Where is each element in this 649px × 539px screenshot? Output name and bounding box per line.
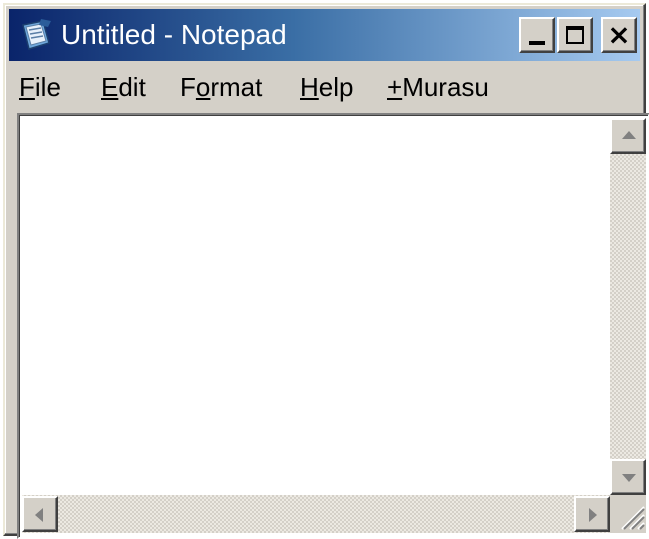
vertical-scrollbar[interactable] [610,118,646,495]
size-grip-icon [621,506,645,530]
maximize-icon [566,26,584,44]
minimize-button[interactable] [519,17,555,53]
notepad-window: Untitled - Notepad × File Edit Format He… [3,3,649,539]
menu-help[interactable]: Help [300,71,353,103]
maximize-button[interactable] [557,17,593,53]
minimize-icon [529,41,545,45]
arrow-up-icon [622,131,636,139]
notepad-icon[interactable] [19,17,55,53]
menu-edit-accesskey: E [101,72,119,102]
horizontal-scrollbar[interactable] [22,495,610,533]
arrow-down-icon [622,474,636,482]
size-grip[interactable] [610,495,646,533]
menu-bar: File Edit Format Help +Murasu [9,65,640,109]
menu-file-label: ile [34,72,61,102]
menu-help-accesskey: H [300,72,319,102]
edit-area-frame [17,113,649,539]
text-editor[interactable] [22,118,607,495]
menu-edit[interactable]: Edit [101,71,146,103]
scroll-right-button[interactable] [574,496,610,532]
menu-edit-label: dit [118,72,146,102]
arrow-left-icon [35,508,43,522]
menu-murasu-accesskey: + [387,72,403,102]
menu-format-accesskey: o [195,72,211,102]
window-title: Untitled - Notepad [61,19,287,50]
arrow-right-icon [589,508,597,522]
menu-murasu-label: Murasu [402,72,489,102]
title-bar[interactable]: Untitled - Notepad × [9,9,640,61]
close-icon: × [607,18,631,51]
scroll-down-button[interactable] [610,459,646,495]
menu-format-label: rmat [210,72,263,102]
scroll-up-button[interactable] [610,118,646,154]
close-button[interactable]: × [601,17,637,53]
menu-file-accesskey: F [19,72,35,102]
menu-format-prefix: F [180,72,196,102]
menu-format[interactable]: Format [180,71,262,103]
menu-file[interactable]: File [19,71,61,103]
scroll-left-button[interactable] [22,496,58,532]
menu-help-label: elp [318,72,354,102]
menu-murasu[interactable]: +Murasu [387,71,489,103]
